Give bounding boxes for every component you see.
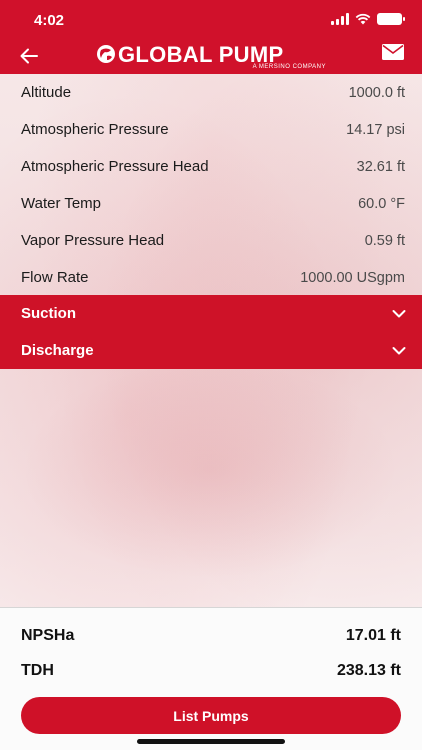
- parameter-row-flow-rate[interactable]: Flow Rate 1000.00 USgpm: [0, 259, 422, 296]
- list-pumps-button[interactable]: List Pumps: [21, 697, 401, 734]
- section-label: Suction: [21, 305, 76, 322]
- pump-background-image: [20, 360, 400, 580]
- parameter-label: Altitude: [21, 84, 72, 101]
- parameter-label: Flow Rate: [21, 269, 89, 286]
- parameter-value: 14.17 psi: [346, 121, 405, 138]
- status-time: 4:02: [34, 12, 65, 29]
- parameter-value: 1000.00 USgpm: [300, 269, 405, 286]
- globe-logo-icon: [97, 45, 115, 63]
- parameter-row-altitude[interactable]: Altitude 1000.0 ft: [0, 74, 422, 111]
- envelope-icon: [382, 44, 404, 60]
- result-value: 238.13 ft: [336, 662, 401, 679]
- parameter-label: Atmospheric Pressure: [21, 121, 169, 138]
- parameter-row-water-temp[interactable]: Water Temp 60.0 °F: [0, 185, 422, 222]
- section-label: Discharge: [21, 342, 94, 359]
- global-pump-logo: GLOBAL PUMP A MERSINO COMPANY: [96, 42, 326, 72]
- back-button[interactable]: [14, 42, 44, 70]
- result-value: 17.01 ft: [345, 627, 401, 644]
- result-label: TDH: [21, 662, 54, 679]
- home-indicator: [137, 739, 285, 744]
- cellular-signal-icon: [331, 13, 349, 25]
- parameters-list: Altitude 1000.0 ft Atmospheric Pressure …: [0, 74, 422, 296]
- chevron-down-icon: [392, 309, 406, 317]
- status-icons: [331, 13, 405, 25]
- arrow-left-icon: [20, 48, 38, 64]
- results-footer: NPSHa 17.01 ft TDH 238.13 ft List Pumps: [0, 607, 422, 750]
- parameter-label: Vapor Pressure Head: [21, 232, 165, 249]
- parameter-label: Atmospheric Pressure Head: [21, 158, 209, 175]
- result-row-tdh: TDH 238.13 ft: [0, 656, 422, 686]
- logo-subtitle: A MERSINO COMPANY: [252, 64, 326, 70]
- wifi-icon: [355, 13, 371, 25]
- parameter-value: 60.0 °F: [358, 195, 405, 212]
- battery-icon: [377, 13, 405, 25]
- parameter-label: Water Temp: [21, 195, 102, 212]
- parameter-value: 32.61 ft: [356, 158, 405, 175]
- mail-button[interactable]: [382, 44, 406, 66]
- parameter-value: 1000.0 ft: [348, 84, 405, 101]
- section-suction[interactable]: Suction: [0, 295, 422, 332]
- app-header: 4:02 GLOBAL PUMP A MERSINO COMPANY: [0, 0, 422, 74]
- navigation-bar: GLOBAL PUMP A MERSINO COMPANY: [0, 38, 422, 74]
- parameter-row-vapor-pressure-head[interactable]: Vapor Pressure Head 0.59 ft: [0, 222, 422, 259]
- app-screen: 4:02 GLOBAL PUMP A MERSINO COMPANY Altit…: [0, 0, 422, 750]
- parameter-row-atmospheric-pressure[interactable]: Atmospheric Pressure 14.17 psi: [0, 111, 422, 148]
- status-bar: 4:02: [0, 0, 422, 38]
- result-label: NPSHa: [21, 627, 75, 644]
- parameter-value: 0.59 ft: [364, 232, 405, 249]
- result-row-npsha: NPSHa 17.01 ft: [0, 621, 422, 651]
- chevron-down-icon: [392, 346, 406, 354]
- parameter-row-atmospheric-pressure-head[interactable]: Atmospheric Pressure Head 32.61 ft: [0, 148, 422, 185]
- section-discharge[interactable]: Discharge: [0, 332, 422, 369]
